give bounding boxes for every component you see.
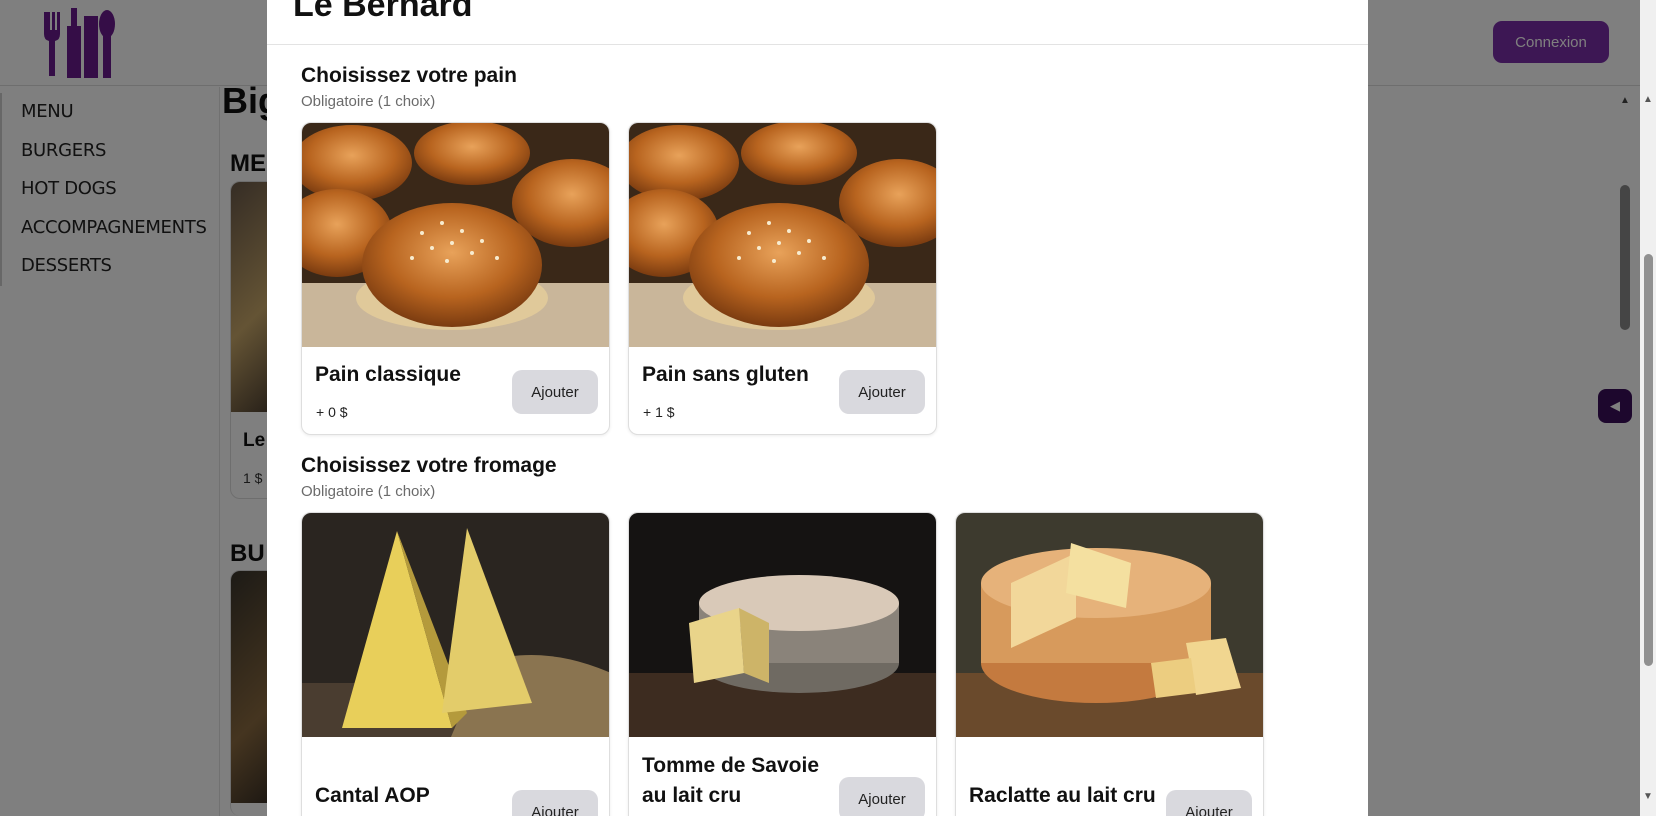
section-subtitle: Obligatoire (1 choix) — [301, 483, 436, 500]
option-card[interactable]: Pain classique + 0 $ Ajouter — [301, 122, 610, 435]
option-price: + 1 $ — [643, 404, 675, 420]
section-title: Choisissez votre pain — [301, 64, 517, 87]
add-button[interactable]: Ajouter — [839, 777, 925, 816]
option-card[interactable]: Tomme de Savoie au lait cru Ajouter — [628, 512, 937, 816]
option-card[interactable]: Cantal AOP Ajouter — [301, 512, 610, 816]
option-name: Tomme de Savoie au lait cru — [642, 754, 820, 807]
section-title: Choisissez votre fromage — [301, 454, 557, 477]
cheese-image — [629, 513, 936, 737]
modal-title: Le Bernard — [293, 0, 473, 24]
product-options-modal: Le Bernard Choisissez votre pain Obligat… — [267, 0, 1368, 816]
scroll-thumb[interactable] — [1644, 254, 1653, 666]
section-subtitle: Obligatoire (1 choix) — [301, 93, 436, 110]
modal-header: Le Bernard — [267, 0, 1368, 45]
add-button[interactable]: Ajouter — [1166, 790, 1252, 816]
option-name: Pain sans gluten — [642, 363, 809, 386]
option-card[interactable]: Pain sans gluten + 1 $ Ajouter — [628, 122, 937, 435]
option-card[interactable]: Raclatte au lait cru Ajouter — [955, 512, 1264, 816]
window-scrollbar[interactable]: ▲ ▼ — [1640, 0, 1656, 816]
cheese-image — [956, 513, 1263, 737]
cheese-image — [302, 513, 609, 737]
option-price: + 0 $ — [316, 404, 348, 420]
option-name: Cantal AOP — [315, 784, 430, 807]
add-button[interactable]: Ajouter — [839, 370, 925, 414]
bread-image — [302, 123, 609, 347]
option-name: Pain classique — [315, 363, 461, 386]
scroll-up-icon[interactable]: ▲ — [1640, 93, 1656, 107]
bread-image — [629, 123, 936, 347]
add-button[interactable]: Ajouter — [512, 370, 598, 414]
scroll-down-icon[interactable]: ▼ — [1640, 790, 1656, 804]
add-button[interactable]: Ajouter — [512, 790, 598, 816]
